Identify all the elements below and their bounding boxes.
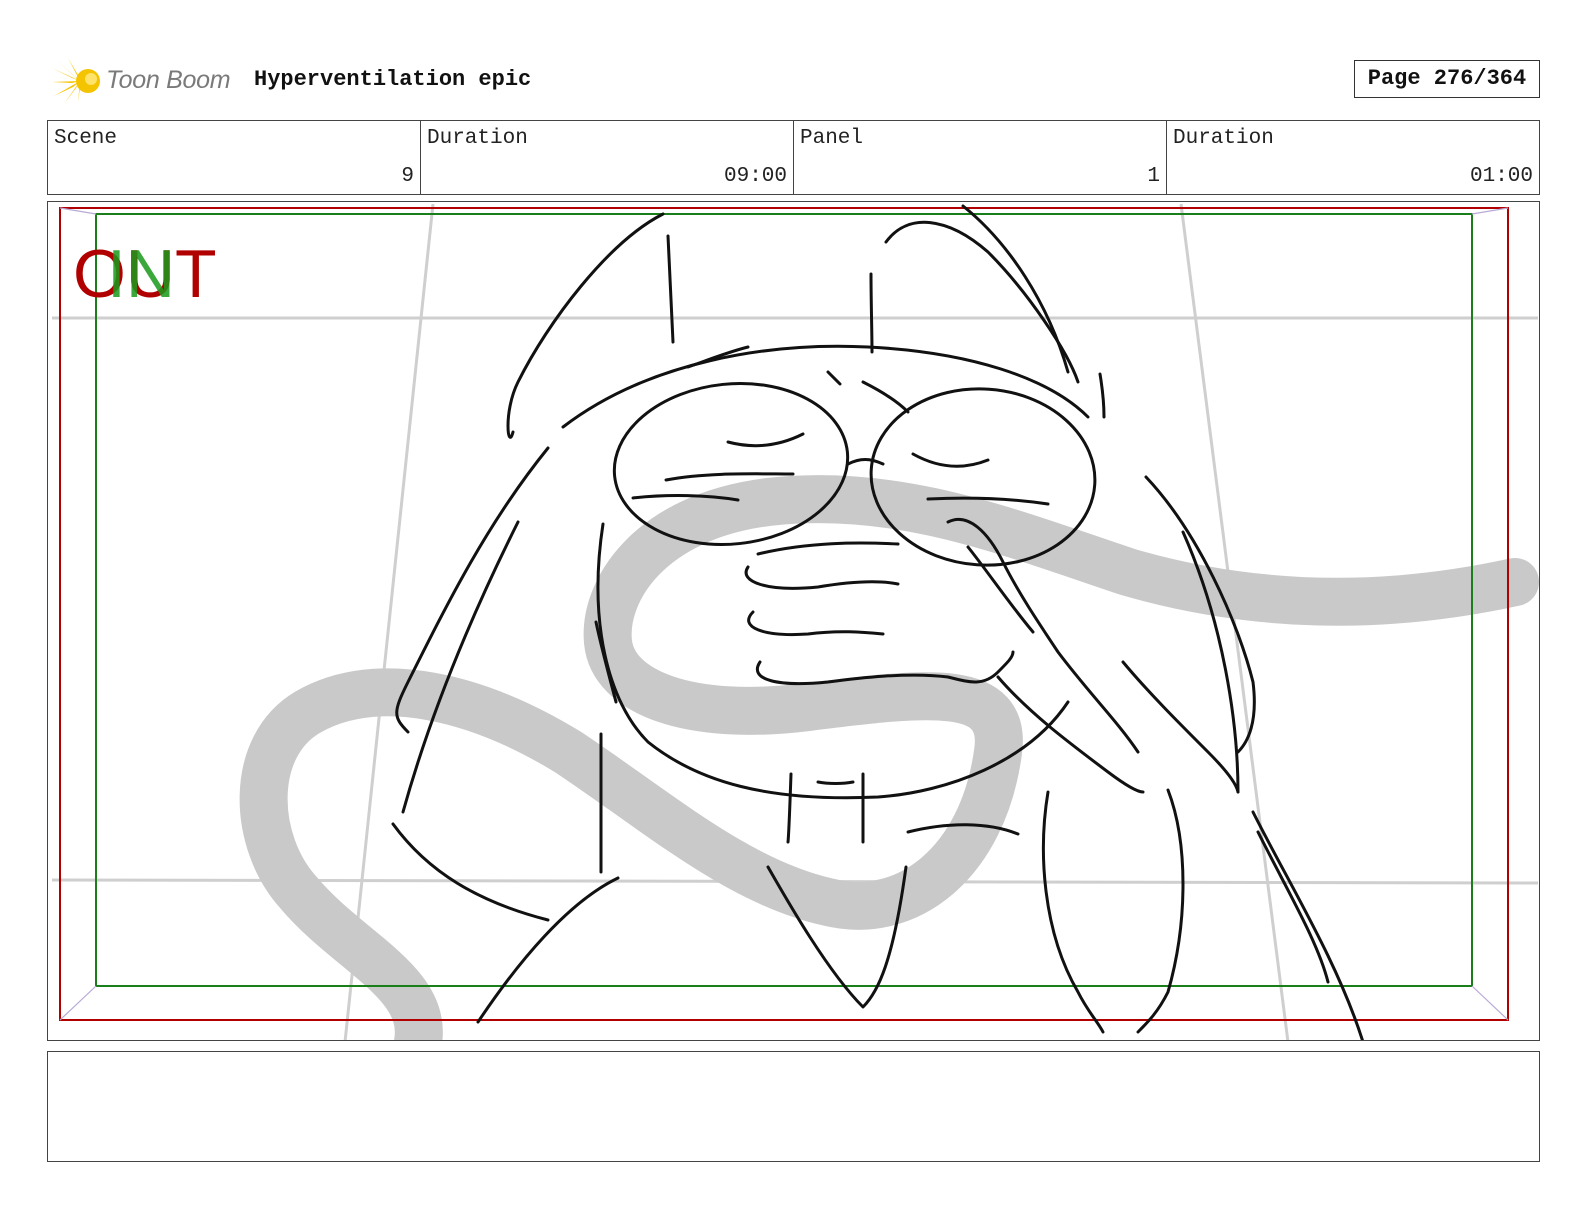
toon-boom-logo: Toon Boom — [50, 54, 240, 106]
storyboard-panel[interactable]: OUT IN — [47, 201, 1540, 1041]
scene-duration-label: Duration — [427, 127, 528, 150]
scene-duration-value: 09:00 — [723, 165, 787, 188]
breath-swirl-stroke — [239, 475, 1539, 1040]
starburst-icon — [52, 58, 100, 104]
panel-notes-box[interactable] — [47, 1051, 1540, 1162]
panel-duration-label: Duration — [1173, 127, 1274, 150]
in-label: IN — [107, 236, 175, 312]
scene-label: Scene — [54, 127, 118, 150]
scene-cell: Scene 9 — [48, 121, 421, 194]
panel-drawing: OUT IN — [51, 203, 1539, 1040]
storyboard-header: Toon Boom Hyperventilation epic Page 276… — [48, 52, 1540, 108]
logo-text: Toon Boom — [106, 66, 231, 94]
panel-label: Panel — [800, 127, 864, 150]
scene-info-table: Scene 9 Duration 09:00 Panel 1 Duration … — [47, 120, 1540, 195]
panel-duration-value: 01:00 — [1469, 165, 1533, 188]
page-counter: Page 276/364 — [1354, 60, 1540, 98]
panel-cell: Panel 1 — [794, 121, 1167, 194]
scene-duration-cell: Duration 09:00 — [421, 121, 794, 194]
project-title: Hyperventilation epic — [254, 67, 532, 92]
panel-duration-cell: Duration 01:00 — [1167, 121, 1539, 194]
panel-value: 1 — [1147, 165, 1160, 188]
scene-value: 9 — [401, 165, 414, 188]
